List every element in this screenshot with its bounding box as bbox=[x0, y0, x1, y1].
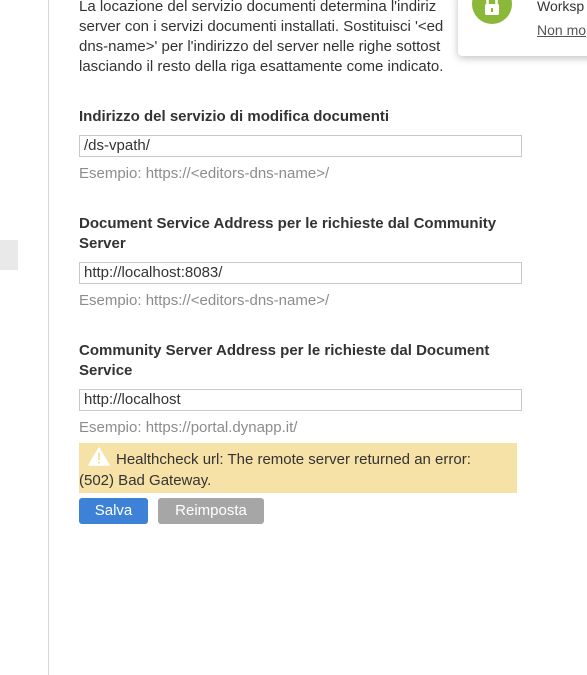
alert-line-2: (502) Bad Gateway. bbox=[79, 472, 212, 489]
field-label-community-server-address: Community Server Address per le richiest… bbox=[79, 342, 490, 379]
alert-line-1: Healthcheck url: The remote server retur… bbox=[116, 451, 471, 468]
left-sidebar bbox=[0, 0, 49, 675]
field-label-document-service-address: Document Service Address per le richiest… bbox=[79, 215, 497, 252]
field-hint-community-server-address: Esempio: https://portal.dynapp.it/ bbox=[79, 419, 298, 436]
healthcheck-warning: Healthcheck url: The remote server retur… bbox=[79, 443, 517, 493]
field-label-editor-service: Indirizzo del servizio di modifica docum… bbox=[79, 108, 390, 125]
lock-icon bbox=[485, 0, 499, 15]
document-service-address-input[interactable] bbox=[79, 262, 522, 284]
community-server-address-input[interactable] bbox=[79, 389, 522, 411]
editor-service-input[interactable] bbox=[79, 135, 522, 157]
lock-icon-badge bbox=[472, 0, 512, 24]
reset-button[interactable]: Reimposta bbox=[158, 498, 264, 524]
toast-link[interactable]: Non mo bbox=[537, 22, 586, 38]
notification-toast: Worksp Non mo bbox=[458, 0, 587, 56]
save-button[interactable]: Salva bbox=[79, 498, 148, 524]
toast-title: Worksp bbox=[537, 0, 585, 14]
sidebar-tab[interactable] bbox=[0, 240, 18, 270]
field-hint-editor-service: Esempio: https://<editors-dns-name>/ bbox=[79, 165, 330, 182]
intro-text: La locazione del servizio documenti dete… bbox=[79, 0, 444, 75]
field-hint-document-service-address: Esempio: https://<editors-dns-name>/ bbox=[79, 292, 330, 309]
